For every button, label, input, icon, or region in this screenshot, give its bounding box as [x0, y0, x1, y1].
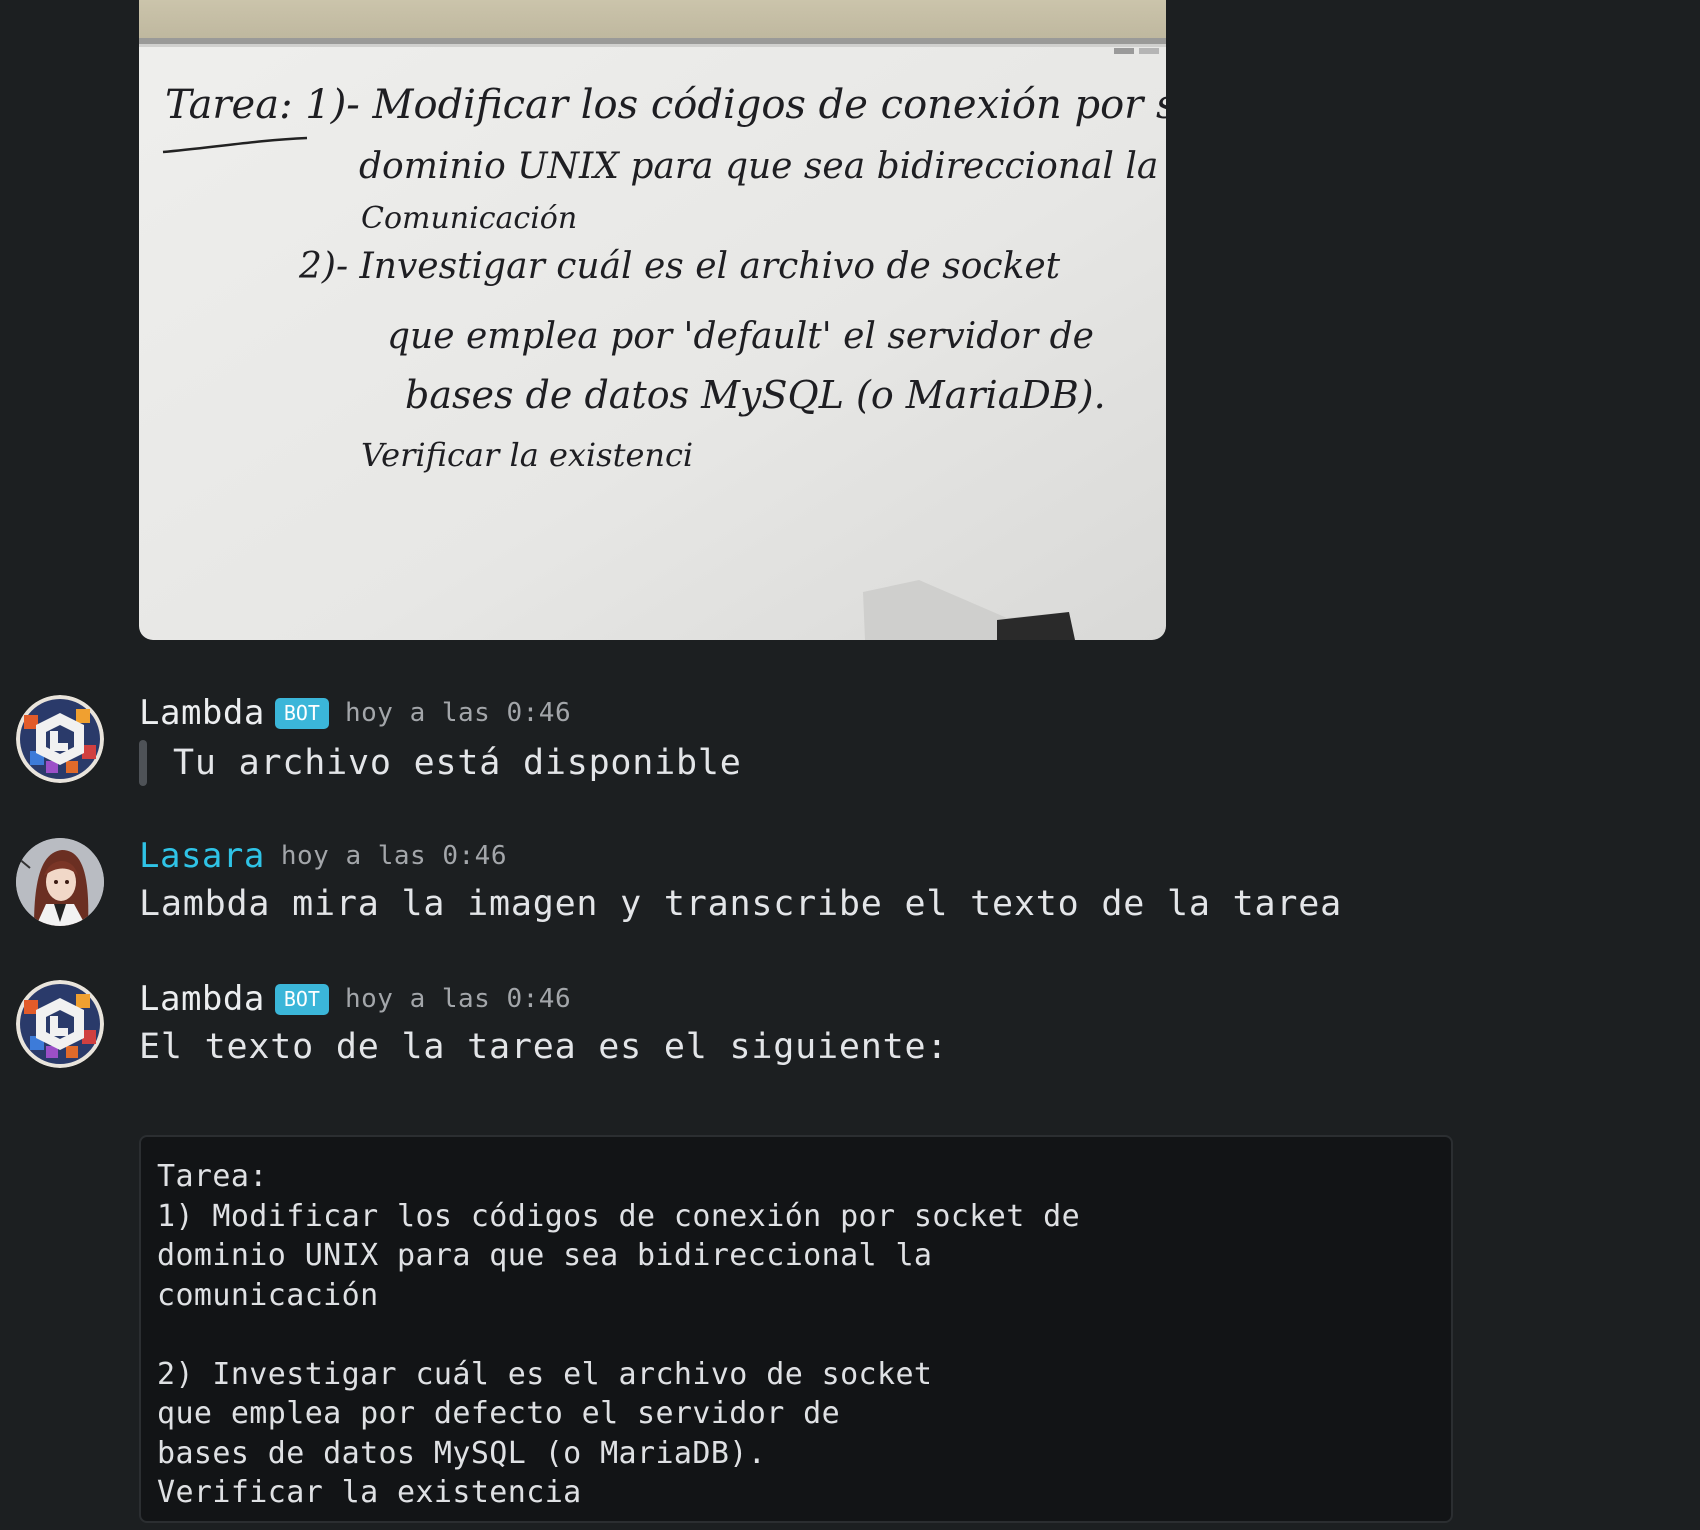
message-text: El texto de la tarea es el siguiente:: [139, 1027, 949, 1067]
message-header: Lambda BOT hoy a las 0:46: [139, 693, 571, 733]
timestamp[interactable]: hoy a las 0:46: [345, 698, 571, 728]
whiteboard-line-7: Verificar la existenci: [361, 436, 693, 474]
bot-badge: BOT: [274, 983, 329, 1015]
whiteboard-line-1: Tarea: 1)- Modificar los códigos de cone…: [165, 82, 1166, 128]
user-portrait-icon: [16, 838, 104, 926]
quote-block: Tu archivo está disponible: [139, 740, 742, 786]
code-line: comunicación: [157, 1277, 379, 1313]
code-line: Tarea:: [157, 1159, 268, 1194]
code-line: bases de datos MySQL (o MariaDB).: [157, 1435, 767, 1471]
bot-badge: BOT: [274, 697, 329, 729]
whiteboard-line-6: bases de datos MySQL (o MariaDB).: [405, 373, 1106, 417]
whiteboard-line-4: 2)- Investigar cuál es el archivo de soc…: [298, 246, 1061, 287]
whiteboard-line-5: que emplea por 'default' el servidor de: [387, 316, 1094, 357]
author-name[interactable]: Lambda: [139, 979, 265, 1019]
quote-bar: [139, 740, 147, 786]
message-header: Lambda BOT hoy a las 0:46: [139, 979, 571, 1019]
author-name[interactable]: Lasara: [139, 836, 265, 876]
code-block[interactable]: Tarea: 1) Modificar los códigos de conex…: [139, 1135, 1453, 1523]
timestamp[interactable]: hoy a las 0:46: [345, 984, 571, 1014]
whiteboard-photo: Tarea: 1)- Modificar los códigos de cone…: [139, 0, 1166, 640]
message-text: Lambda mira la imagen y transcribe el te…: [139, 884, 1342, 924]
code-line: 1) Modificar los códigos de conexión por…: [157, 1198, 1081, 1234]
code-line: 2) Investigar cuál es el archivo de sock…: [157, 1356, 933, 1392]
lambda-avatar[interactable]: [16, 980, 104, 1068]
whiteboard-line-2: dominio UNIX para que sea bidireccional …: [359, 146, 1158, 187]
whiteboard-line-3: Comunicación: [361, 201, 577, 236]
code-line: que emplea por defecto el servidor de: [157, 1396, 841, 1431]
lambda-logo-icon: [16, 695, 104, 783]
author-name[interactable]: Lambda: [139, 693, 265, 733]
lasara-avatar[interactable]: [16, 838, 104, 926]
timestamp[interactable]: hoy a las 0:46: [281, 841, 507, 871]
lambda-avatar[interactable]: [16, 695, 104, 783]
message-header: Lasara hoy a las 0:46: [139, 836, 507, 876]
code-line: dominio UNIX para que sea bidireccional …: [157, 1238, 933, 1273]
lambda-logo-icon: [16, 980, 104, 1068]
image-attachment[interactable]: Tarea: 1)- Modificar los códigos de cone…: [139, 0, 1166, 640]
quote-text: Tu archivo está disponible: [173, 743, 742, 783]
code-line: Verificar la existencia: [157, 1475, 582, 1510]
chat-log: Tarea: 1)- Modificar los códigos de cone…: [0, 0, 1700, 1530]
